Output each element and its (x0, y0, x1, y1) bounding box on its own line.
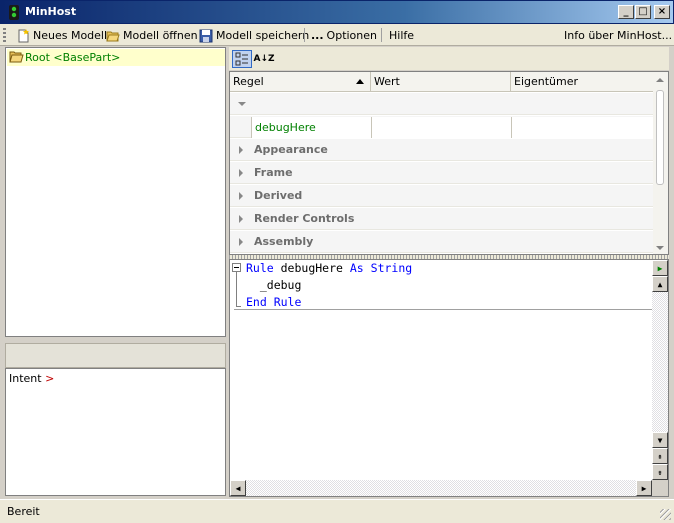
about-button[interactable]: Info über MinHost... (564, 27, 672, 44)
maximize-button[interactable]: □ (635, 5, 651, 19)
open-model-button[interactable]: Modell öffnen (106, 27, 198, 44)
model-tree[interactable]: Root <BasePart> (5, 47, 226, 337)
scroll-up-arrow-icon[interactable]: ▲ (652, 276, 668, 292)
category-row-render-controls[interactable]: Render Controls (230, 208, 654, 230)
expand-arrow-icon[interactable] (239, 238, 243, 246)
toolbar-separator (381, 28, 382, 42)
code-line[interactable]: Rule debugHere As String (246, 260, 412, 277)
help-label: Hilfe (389, 29, 415, 42)
editor-vertical-scrollbar[interactable]: ▶ ▲ ▼ ⇞ ⇟ (652, 260, 668, 481)
property-grid[interactable]: Regel Wert Eigentümer debugHere Appearan… (229, 71, 669, 255)
new-document-icon (18, 28, 29, 42)
fold-guide (236, 272, 237, 306)
scroll-right-arrow-icon[interactable]: ▶ (636, 480, 652, 496)
minimize-button[interactable]: _ (618, 5, 634, 19)
tree-node-root[interactable]: Root <BasePart> (7, 49, 225, 66)
options-label: Optionen (326, 29, 377, 42)
expand-arrow-icon[interactable] (239, 192, 243, 200)
traffic-light-icon (9, 5, 19, 20)
property-grid-toolbar: A↓Z (229, 47, 669, 70)
alphabetical-view-button[interactable]: A↓Z (253, 50, 274, 68)
property-value-cell[interactable] (371, 117, 511, 138)
grid-vertical-scrollbar[interactable] (653, 72, 668, 254)
property-owner-cell[interactable] (511, 117, 653, 138)
column-header-value[interactable]: Wert (371, 72, 511, 92)
categorized-view-button[interactable] (232, 50, 252, 68)
expand-arrow-icon[interactable] (239, 169, 243, 177)
category-row-derived[interactable]: Derived (230, 185, 654, 207)
folder-open-icon (9, 51, 24, 63)
title-bar[interactable]: MinHost _ □ × (0, 0, 674, 24)
intent-marker: > (45, 372, 55, 385)
run-icon[interactable]: ▶ (652, 260, 668, 276)
category-row-appearance[interactable]: Appearance (230, 139, 654, 161)
scroll-thumb[interactable] (656, 90, 664, 185)
toolbar-grip[interactable] (3, 28, 6, 42)
ellipsis-icon: ... (311, 29, 324, 42)
toolbar-separator (304, 28, 305, 42)
fold-guide-end (236, 306, 241, 307)
resize-grip-icon[interactable] (660, 509, 671, 520)
intent-label: Intent (9, 372, 42, 385)
fold-toggle-icon[interactable] (232, 263, 241, 272)
collapse-arrow-icon[interactable] (238, 102, 246, 106)
sort-ascending-icon (356, 79, 364, 84)
scroll-down-arrow-icon[interactable]: ▼ (652, 432, 668, 448)
previous-member-icon[interactable]: ⇞ (652, 448, 668, 464)
open-model-label: Modell öffnen (123, 29, 198, 42)
expand-arrow-icon[interactable] (239, 146, 243, 154)
scroll-left-arrow-icon[interactable]: ◀ (230, 480, 246, 496)
intent-panel[interactable]: Intent > (5, 368, 226, 496)
expand-arrow-icon[interactable] (239, 215, 243, 223)
category-row-frame[interactable]: Frame (230, 162, 654, 184)
editor-horizontal-scrollbar[interactable]: ◀ ▶ (230, 480, 652, 496)
scroll-up-arrow-icon[interactable] (656, 78, 664, 82)
about-label: Info über MinHost... (564, 29, 673, 42)
left-panel-tab-strip[interactable] (5, 343, 226, 368)
help-button[interactable]: Hilfe (389, 27, 414, 44)
save-model-button[interactable]: Modell speichern (199, 27, 309, 44)
categorized-icon (235, 52, 248, 66)
open-folder-icon (106, 31, 120, 41)
floppy-disk-icon (199, 29, 213, 42)
window-title: MinHost (25, 5, 77, 18)
next-member-icon[interactable]: ⇟ (652, 464, 668, 480)
grid-header: Regel Wert Eigentümer (230, 72, 654, 92)
status-bar: Bereit (0, 499, 674, 523)
code-line[interactable]: _debug (246, 277, 302, 294)
main-toolbar: Neues Modell Modell öffnen Modell speich… (0, 24, 674, 46)
intent-line: Intent > (9, 372, 54, 385)
options-button[interactable]: ... Optionen (311, 27, 377, 44)
property-row[interactable]: debugHere (230, 116, 654, 138)
scroll-down-arrow-icon[interactable] (656, 246, 664, 250)
save-model-label: Modell speichern (216, 29, 310, 42)
column-header-owner[interactable]: Eigentümer (511, 72, 654, 92)
close-button[interactable]: × (654, 5, 670, 19)
new-model-button[interactable]: Neues Modell (16, 27, 107, 44)
category-row-expanded[interactable] (230, 93, 654, 115)
scrollbar-corner (652, 480, 668, 496)
new-model-label: Neues Modell (33, 29, 108, 42)
code-editor[interactable]: Rule debugHere As String _debug End Rule… (229, 259, 669, 497)
tree-node-label: Root <BasePart> (25, 51, 121, 64)
status-text: Bereit (7, 505, 40, 518)
rule-separator (234, 309, 652, 310)
property-name-cell[interactable]: debugHere (251, 117, 371, 138)
category-row-assembly[interactable]: Assembly (230, 231, 654, 253)
column-header-rule[interactable]: Regel (230, 72, 371, 92)
